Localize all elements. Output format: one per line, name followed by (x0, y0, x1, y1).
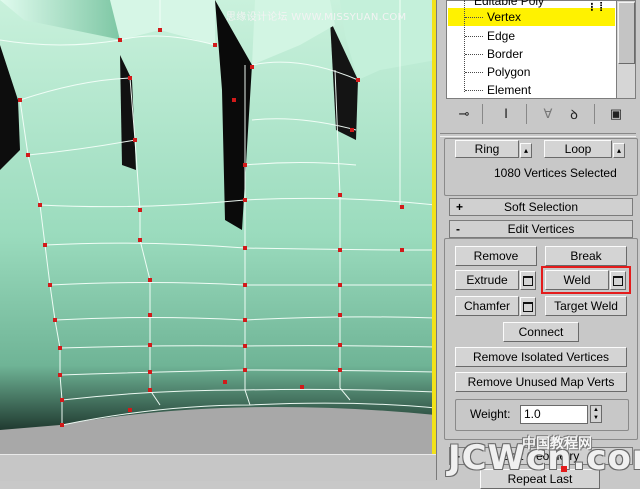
stack-item-element[interactable]: Element (487, 83, 531, 97)
soft-selection-rollout-header[interactable]: + Soft Selection (449, 198, 633, 216)
stack-scrollbar[interactable] (616, 0, 636, 99)
settings-dialog-icon (523, 275, 533, 286)
weld-callout-highlight (541, 266, 631, 294)
remove-button[interactable]: Remove (455, 246, 537, 266)
scrollbar-thumb[interactable] (618, 2, 635, 64)
weight-field[interactable]: 1.0 (520, 405, 588, 424)
connect-button[interactable]: Connect (503, 322, 579, 342)
settings-dialog-icon (523, 301, 533, 312)
break-button[interactable]: Break (545, 246, 627, 266)
edit-vertices-rollout-header[interactable]: - Edit Vertices (449, 220, 633, 238)
extrude-button[interactable]: Extrude (455, 270, 519, 290)
loop-button[interactable]: Loop (544, 140, 612, 158)
chamfer-button[interactable]: Chamfer (455, 296, 519, 316)
stack-item-vertex[interactable]: Vertex (487, 10, 521, 24)
ring-spinner[interactable]: ▴ (520, 143, 532, 158)
stack-item-editable-poly[interactable]: Editable Poly (474, 0, 544, 8)
stack-item-polygon[interactable]: Polygon (487, 65, 530, 79)
pin-stack-icon[interactable]: ⊸ (454, 104, 474, 124)
remove-unused-map-verts-button[interactable]: Remove Unused Map Verts (455, 372, 627, 392)
rollout-title: Soft Selection (503, 200, 579, 214)
weight-spinner[interactable]: ▲ ▼ (590, 405, 602, 423)
rollout-title: Edit Vertices (507, 222, 575, 236)
stack-item-edge[interactable]: Edge (487, 29, 515, 43)
site-watermark-bottom-cn: 中国教程网 (522, 436, 592, 452)
target-weld-button[interactable]: Target Weld (545, 296, 627, 316)
watermark-red-dot (561, 466, 567, 472)
vertices-selected-status: 1080 Vertices Selected (494, 166, 617, 180)
extrude-settings-button[interactable] (520, 271, 536, 290)
loop-spinner[interactable]: ▴ (613, 143, 625, 158)
site-watermark-top: 思缘设计论坛 WWW.MISSYUAN.COM (226, 12, 407, 23)
weight-label: Weight: (470, 407, 511, 421)
configure-modifier-sets-icon[interactable]: ▣ (606, 104, 626, 124)
ring-button[interactable]: Ring (455, 140, 519, 158)
stack-toolbar: ⊸ Ⅰ ∀ ꝺ ▣ (446, 100, 634, 130)
stack-item-border[interactable]: Border (487, 47, 523, 61)
chamfer-settings-button[interactable] (520, 297, 536, 316)
show-end-result-icon[interactable]: Ⅰ (496, 104, 516, 124)
mesh-render (0, 0, 436, 480)
remove-modifier-icon[interactable]: ꝺ (564, 104, 584, 124)
remove-isolated-vertices-button[interactable]: Remove Isolated Vertices (455, 347, 627, 367)
stack-tree-line (464, 0, 466, 92)
make-unique-icon[interactable]: ∀ (538, 104, 558, 124)
vertex-subobject-icon: ⁝ ⁞ (590, 0, 605, 14)
stack-separator (440, 133, 636, 137)
viewport-status-strip (0, 454, 436, 481)
perspective-viewport[interactable]: 思缘设计论坛 WWW.MISSYUAN.COM (0, 0, 436, 480)
